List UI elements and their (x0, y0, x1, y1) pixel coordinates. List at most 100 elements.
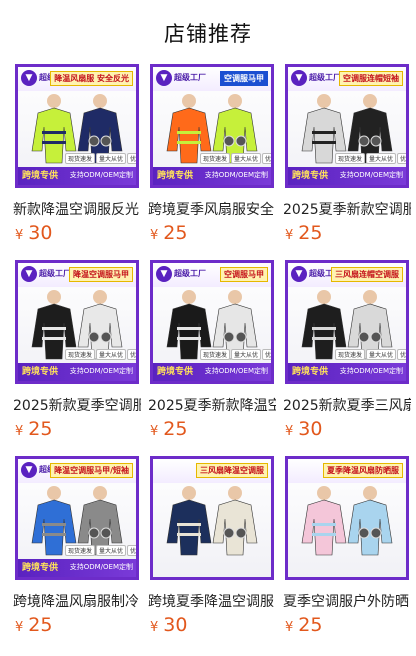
product-name[interactable]: 2025夏季新款降温空调服 (148, 395, 276, 415)
feature-chips: 现货速发量大从优优质售后 (199, 342, 271, 361)
feature-chips: 现货速发量大从优优质售后 (334, 146, 406, 165)
image-headline: 夏季降温风扇防晒服 (323, 463, 403, 478)
cross-border-tag: 跨境专供 (22, 563, 59, 573)
price-value: 25 (163, 222, 188, 244)
feature-chips: 现货速发量大从优优质售后 (64, 146, 136, 165)
product-name[interactable]: 2025新款夏季三风扇空调服 (283, 395, 411, 415)
feature-chips: 现货速发量大从优优质售后 (199, 146, 271, 165)
price-value: 30 (28, 222, 53, 244)
product-card[interactable]: ▼超级工厂降温空调服马甲/短袖现货速发量大从优优质售后跨境专供支持ODM/OEM… (13, 456, 141, 656)
product-card[interactable]: ▼超级工厂空调服连帽短袖现货速发量大从优优质售后跨境专供 支持ODM/OEM定制 2… (283, 64, 411, 264)
product-image[interactable]: ▼超级工厂 空调服马甲现货速发量大从优优质售后跨境专供 支持ODM/OEM定制 (150, 64, 274, 188)
brand-logo-icon: ▼ (291, 266, 307, 282)
product-name[interactable]: 跨境夏季降温空调服 (148, 591, 276, 611)
currency-symbol: ¥ (150, 228, 159, 243)
oem-tag: 支持ODM/OEM定制 (339, 171, 403, 179)
product-price: ¥25 (150, 222, 187, 244)
cross-border-tag: 跨境专供 (292, 171, 329, 181)
image-bottom-bar: 跨境专供 支持ODM/OEM定制 (18, 363, 136, 381)
product-name[interactable]: 新款降温空调服反光 (13, 199, 141, 219)
product-price: ¥25 (285, 222, 322, 244)
currency-symbol: ¥ (150, 620, 159, 635)
product-image[interactable]: ▼超级工厂降温空调服马甲/短袖现货速发量大从优优质售后跨境专供支持ODM/OEM… (15, 456, 139, 580)
currency-symbol: ¥ (150, 424, 159, 439)
product-card[interactable]: ▼超级工厂 空调服马甲现货速发量大从优优质售后跨境专供 支持ODM/OEM定制跨境夏… (148, 64, 276, 264)
price-value: 25 (28, 614, 53, 636)
feature-chip: 优质售后 (127, 153, 136, 164)
price-value: 25 (163, 418, 188, 440)
oem-tag: 支持ODM/OEM定制 (339, 367, 403, 375)
feature-chips: 现货速发量大从优优质售后 (334, 342, 406, 361)
feature-chip: 现货速发 (335, 349, 366, 360)
image-headline: 降温空调服马甲 (69, 267, 133, 282)
product-name[interactable]: 夏季空调服户外防晒 (283, 591, 411, 611)
product-card[interactable]: ▼超级工厂降温风扇服 安全反光现货速发量大从优优质售后跨境专供支持ODM/OEM… (13, 64, 141, 264)
feature-chip: 量大从优 (366, 153, 397, 164)
page-title: 店铺推荐 (164, 22, 252, 46)
product-image[interactable]: ▼超级工厂空调服连帽短袖现货速发量大从优优质售后跨境专供 支持ODM/OEM定制 (285, 64, 409, 188)
product-image[interactable]: ▼超级工厂降温风扇服 安全反光现货速发量大从优优质售后跨境专供支持ODM/OEM… (15, 64, 139, 188)
product-name[interactable]: 跨境夏季风扇服安全 (148, 199, 276, 219)
image-headline: 三风扇连帽空调服 (331, 267, 403, 282)
feature-chip: 优质售后 (397, 153, 406, 164)
brand-logo-icon: ▼ (291, 70, 307, 86)
product-name[interactable]: 2025夏季新款空调服 (283, 199, 411, 219)
cross-border-tag: 跨境专供 (157, 171, 194, 181)
feature-chip: 现货速发 (335, 153, 366, 164)
brand-logo-icon: ▼ (156, 70, 172, 86)
image-bottom-bar: 跨境专供 支持ODM/OEM定制 (288, 363, 406, 381)
product-price: ¥30 (150, 614, 187, 636)
product-price: ¥25 (15, 614, 52, 636)
product-image[interactable]: ▼超级工厂 空调服马甲现货速发量大从优优质售后跨境专供 支持ODM/OEM定制 (150, 260, 274, 384)
cross-border-tag: 跨境专供 (22, 367, 59, 377)
image-headline: 降温空调服马甲/短袖 (50, 463, 133, 478)
cross-border-tag: 跨境专供 (292, 367, 329, 377)
brand-name: 超级工厂 (174, 269, 206, 278)
currency-symbol: ¥ (285, 228, 294, 243)
image-headline: 三风扇降温空调服 (196, 463, 268, 478)
brand-name: 超级工厂 (174, 73, 206, 82)
product-card[interactable]: ▼超级工厂降温空调服马甲现货速发量大从优优质售后跨境专供 支持ODM/OEM定制 2… (13, 260, 141, 460)
image-bottom-bar: 跨境专供 支持ODM/OEM定制 (18, 559, 136, 577)
currency-symbol: ¥ (15, 424, 24, 439)
image-headline: 降温风扇服 安全反光 (50, 71, 133, 86)
product-card[interactable]: 夏季降温风扇防晒服夏季空调服户外防晒 ¥25 (283, 456, 411, 656)
feature-chip: 优质售后 (127, 349, 136, 360)
image-headline: 空调服马甲 (220, 71, 268, 86)
image-headline: 空调服马甲 (220, 267, 268, 282)
product-name[interactable]: 2025新款夏季空调服 (13, 395, 141, 415)
brand-logo-icon: ▼ (21, 266, 37, 282)
feature-chips: 现货速发量大从优优质售后 (64, 342, 136, 361)
image-bottom-bar: 跨境专供 支持ODM/OEM定制 (288, 167, 406, 185)
feature-chip: 现货速发 (65, 349, 96, 360)
feature-chip: 量大从优 (231, 153, 262, 164)
product-card[interactable]: ▼超级工厂三风扇连帽空调服现货速发量大从优优质售后跨境专供支持ODM/OEM定制… (283, 260, 411, 460)
feature-chip: 优质售后 (127, 545, 136, 556)
feature-chip: 量大从优 (366, 349, 397, 360)
feature-chip: 优质售后 (262, 153, 271, 164)
feature-chip: 量大从优 (96, 153, 127, 164)
feature-chip: 量大从优 (96, 545, 127, 556)
product-image[interactable]: 三风扇降温空调服 (150, 456, 274, 580)
product-card[interactable]: 三风扇降温空调服跨境夏季降温空调服 ¥30 (148, 456, 276, 656)
product-image[interactable]: 夏季降温风扇防晒服 (285, 456, 409, 580)
oem-tag: 支持ODM/OEM定制 (204, 171, 268, 179)
oem-tag: 支持ODM/OEM定制 (204, 367, 268, 375)
product-price: ¥30 (285, 418, 322, 440)
currency-symbol: ¥ (15, 228, 24, 243)
price-value: 30 (163, 614, 188, 636)
product-price: ¥25 (285, 614, 322, 636)
feature-chip: 现货速发 (65, 545, 96, 556)
product-image[interactable]: ▼超级工厂三风扇连帽空调服现货速发量大从优优质售后跨境专供支持ODM/OEM定制 (285, 260, 409, 384)
brand-logo-icon: ▼ (156, 266, 172, 282)
image-bottom-bar: 跨境专供 支持ODM/OEM定制 (18, 167, 136, 185)
product-price: ¥25 (150, 418, 187, 440)
product-card[interactable]: ▼超级工厂 空调服马甲现货速发量大从优优质售后跨境专供 支持ODM/OEM定制 202… (148, 260, 276, 460)
image-bottom-bar: 跨境专供 支持ODM/OEM定制 (153, 363, 271, 381)
brand-logo-icon: ▼ (21, 462, 37, 478)
product-name[interactable]: 跨境降温风扇服制冷 (13, 591, 141, 611)
image-headline: 空调服连帽短袖 (339, 71, 403, 86)
product-image[interactable]: ▼超级工厂降温空调服马甲现货速发量大从优优质售后跨境专供 支持ODM/OEM定制 (15, 260, 139, 384)
currency-symbol: ¥ (285, 620, 294, 635)
brand-name: 超级工厂 (39, 269, 71, 278)
